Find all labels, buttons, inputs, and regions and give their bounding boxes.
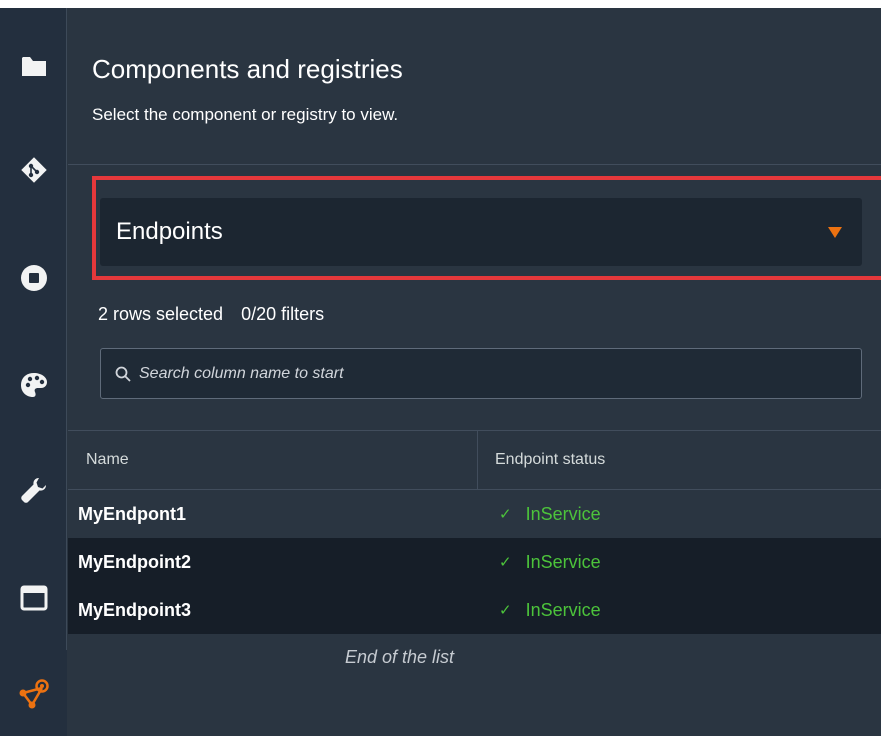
folder-icon[interactable] <box>14 46 54 86</box>
check-icon: ✓ <box>499 602 512 619</box>
endpoint-name: MyEndpoint3 <box>78 599 191 620</box>
status-text: InService <box>525 551 601 572</box>
status-text: InService <box>525 503 601 524</box>
endpoint-status: ✓ InService <box>499 504 601 525</box>
icon-rail-bottom <box>0 650 67 736</box>
column-header-endpoint-status[interactable]: Endpoint status <box>479 431 881 489</box>
stop-circle-icon[interactable] <box>14 258 54 298</box>
dropdown-selected-value: Endpoints <box>116 218 223 245</box>
check-icon: ✓ <box>499 506 512 523</box>
window-icon[interactable] <box>14 578 54 618</box>
palette-icon[interactable] <box>14 365 54 405</box>
rows-selected-count: 2 rows selected <box>98 304 224 324</box>
endpoint-name: MyEndpont1 <box>78 503 186 524</box>
filters-count[interactable]: 0/20 filters <box>241 304 324 325</box>
panel-header: Components and registries Select the com… <box>68 8 881 165</box>
check-icon: ✓ <box>499 554 512 571</box>
endpoint-name: MyEndpoint2 <box>78 551 191 572</box>
app-frame: Components and registries Select the com… <box>0 8 881 736</box>
page-title: Components and registries <box>92 54 403 84</box>
component-select-dropdown[interactable]: Endpoints <box>100 198 862 266</box>
icon-rail <box>0 8 67 650</box>
table-header: Name Endpoint status <box>68 430 881 490</box>
search-input[interactable] <box>139 364 829 383</box>
caret-down-icon <box>828 227 842 238</box>
table-row[interactable]: MyEndpoint2 ✓ InService <box>68 538 881 586</box>
column-header-name[interactable]: Name <box>68 431 478 489</box>
table-row[interactable]: MyEndpoint3 ✓ InService <box>68 586 881 634</box>
page-subtitle: Select the component or registry to view… <box>92 105 399 124</box>
table-row[interactable]: MyEndpont1 ✓ InService <box>68 490 881 538</box>
end-of-list-label: End of the list <box>344 647 455 667</box>
endpoints-table: Name Endpoint status MyEndpont1 ✓ InServ… <box>68 430 881 634</box>
wrench-icon[interactable] <box>14 470 54 510</box>
deployments-graph-icon[interactable] <box>14 674 54 714</box>
git-icon[interactable] <box>14 150 54 190</box>
components-panel: Components and registries Select the com… <box>68 8 881 736</box>
endpoint-status: ✓ InService <box>499 552 601 573</box>
endpoint-status: ✓ InService <box>499 600 601 621</box>
selection-info: 2 rows selected 0/20 filters <box>98 304 324 325</box>
search-icon <box>115 366 131 382</box>
column-search <box>100 348 862 399</box>
status-text: InService <box>525 599 601 620</box>
